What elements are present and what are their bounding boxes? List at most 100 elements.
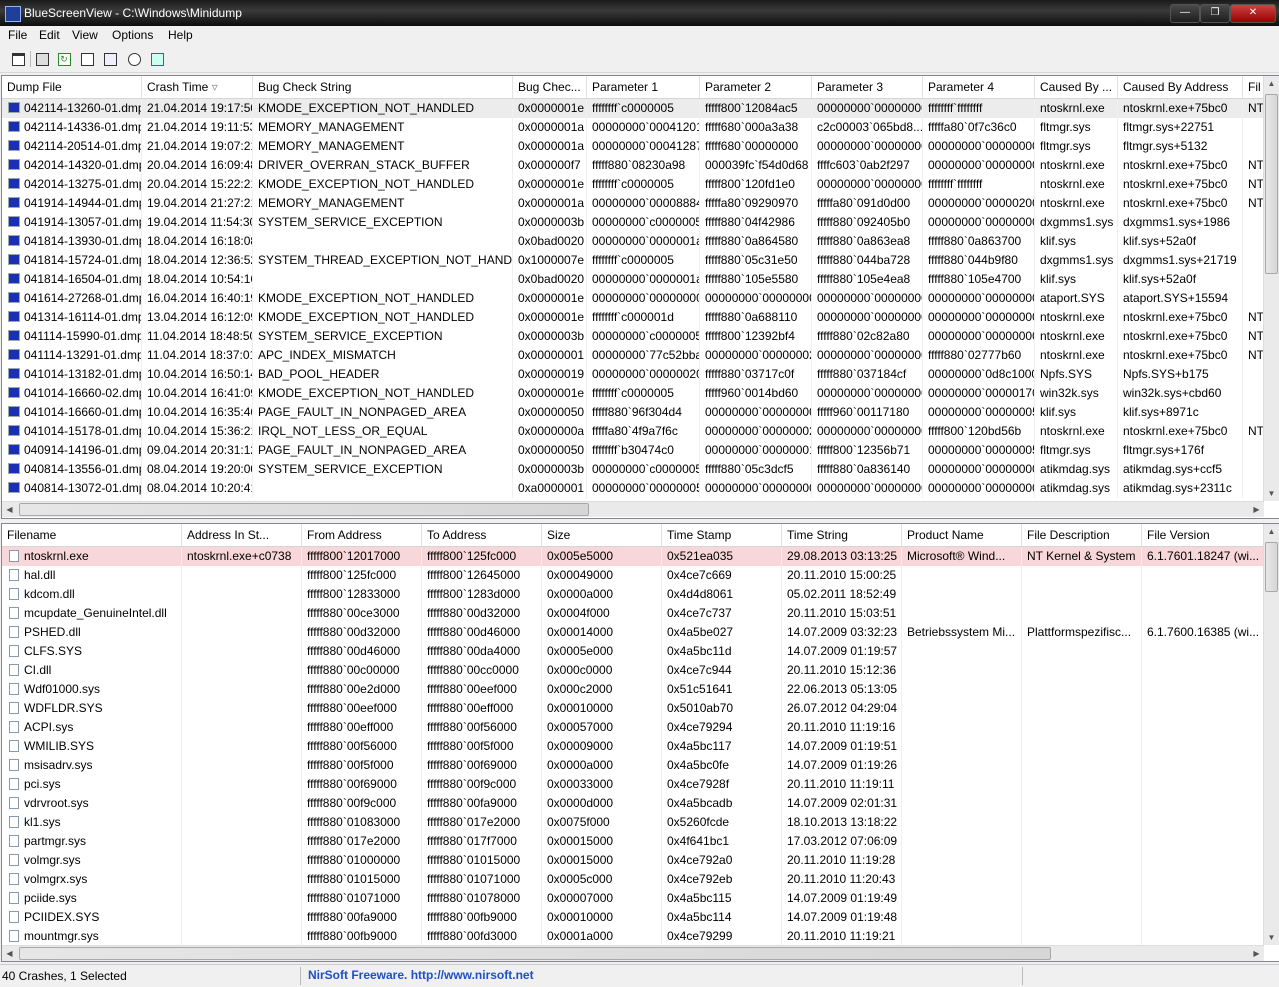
table-row[interactable]: kl1.sys fffff880`01083000 fffff880`017e200… bbox=[2, 813, 1279, 832]
crash-list[interactable]: Dump File Crash Time ▿ Bug Check String Bug… bbox=[1, 75, 1279, 519]
properties-icon[interactable] bbox=[9, 50, 27, 68]
table-cell: IRQL_NOT_LESS_OR_EQUAL bbox=[253, 422, 513, 441]
table-cell: 21.04.2014 19:07:21 bbox=[142, 137, 253, 156]
table-cell: 00000000`00008884 bbox=[587, 194, 700, 213]
table-row[interactable]: 041014-16660-01.dmp 10.04.2014 16:35:46 PA… bbox=[2, 403, 1279, 422]
table-row[interactable]: 041814-15724-01.dmp 18.04.2014 12:36:52 SY… bbox=[2, 251, 1279, 270]
table-row[interactable]: WMILIB.SYS fffff880`00f56000 fffff880`00f5… bbox=[2, 737, 1279, 756]
column-header[interactable]: Parameter 2 bbox=[700, 76, 812, 98]
table-row[interactable]: ACPI.sys fffff880`00eff000 fffff880`00f560… bbox=[2, 718, 1279, 737]
table-row[interactable]: 041614-27268-01.dmp 16.04.2014 16:40:19 KM… bbox=[2, 289, 1279, 308]
table-row[interactable]: PCIIDEX.SYS fffff880`00fa9000 fffff880`00f… bbox=[2, 908, 1279, 927]
driver-list-vscrollbar[interactable]: ▲ ▼ bbox=[1263, 524, 1279, 945]
table-row[interactable]: Wdf01000.sys fffff880`00e2d000 fffff880`00… bbox=[2, 680, 1279, 699]
column-header[interactable]: Dump File bbox=[2, 76, 142, 98]
table-row[interactable]: 040814-13072-01.dmp 08.04.2014 10:20:41 0x… bbox=[2, 479, 1279, 498]
table-row[interactable]: 041014-13182-01.dmp 10.04.2014 16:50:14 BA… bbox=[2, 365, 1279, 384]
menu-options[interactable]: Options bbox=[112, 28, 153, 42]
table-cell bbox=[182, 756, 302, 775]
column-header[interactable]: Time Stamp bbox=[662, 524, 782, 546]
menu-help[interactable]: Help bbox=[168, 28, 193, 42]
table-row[interactable]: 040814-13556-01.dmp 08.04.2014 19:20:00 SY… bbox=[2, 460, 1279, 479]
table-cell: ntoskrnl.exe+75bc0 bbox=[1118, 327, 1243, 346]
table-row[interactable]: 041014-15178-01.dmp 10.04.2014 15:36:21 IR… bbox=[2, 422, 1279, 441]
table-row[interactable]: mountmgr.sys fffff880`00fb9000 fffff880`00… bbox=[2, 927, 1279, 946]
table-row[interactable]: ntoskrnl.exe ntoskrnl.exe+c0738 fffff800`1… bbox=[2, 547, 1279, 566]
table-row[interactable]: PSHED.dll fffff880`00d32000 fffff880`00d46… bbox=[2, 623, 1279, 642]
table-row[interactable]: vdrvroot.sys fffff880`00f9c000 fffff880`00… bbox=[2, 794, 1279, 813]
table-row[interactable]: CLFS.SYS fffff880`00d46000 fffff880`00da40… bbox=[2, 642, 1279, 661]
table-cell: NT bbox=[1243, 194, 1264, 213]
table-row[interactable]: pci.sys fffff880`00f69000 fffff880`00f9c00… bbox=[2, 775, 1279, 794]
save-icon[interactable] bbox=[33, 50, 51, 68]
copy-icon[interactable] bbox=[78, 50, 96, 68]
column-header[interactable]: Bug Check String bbox=[253, 76, 513, 98]
table-row[interactable]: 041314-16114-01.dmp 13.04.2014 16:12:09 KM… bbox=[2, 308, 1279, 327]
column-header[interactable]: Crash Time ▿ bbox=[142, 76, 253, 98]
table-row[interactable]: partmgr.sys fffff880`017e2000 fffff880`017… bbox=[2, 832, 1279, 851]
table-row[interactable]: msisadrv.sys fffff880`00f5f000 fffff880`00… bbox=[2, 756, 1279, 775]
table-row[interactable]: CI.dll fffff880`00c00000 fffff880`00cc0000… bbox=[2, 661, 1279, 680]
table-cell: fffff800`120fd1e0 bbox=[700, 175, 812, 194]
nirsoft-link[interactable]: NirSoft Freeware. http://www.nirsoft.net bbox=[308, 968, 534, 982]
column-header[interactable]: File Version bbox=[1142, 524, 1264, 546]
column-header[interactable]: To Address bbox=[422, 524, 542, 546]
column-header[interactable]: Caused By Address bbox=[1118, 76, 1243, 98]
column-header[interactable]: Fil bbox=[1243, 76, 1264, 98]
table-row[interactable]: hal.dll fffff800`125fc000 fffff800`1264500… bbox=[2, 566, 1279, 585]
options-icon[interactable] bbox=[101, 50, 119, 68]
column-header[interactable]: Address In St... bbox=[182, 524, 302, 546]
table-row[interactable]: volmgr.sys fffff880`01000000 fffff880`0101… bbox=[2, 851, 1279, 870]
crash-list-hscrollbar[interactable]: ◀ ▶ bbox=[2, 501, 1264, 517]
column-header[interactable]: Parameter 3 bbox=[812, 76, 923, 98]
table-row[interactable]: 042114-13260-01.dmp 21.04.2014 19:17:50 KM… bbox=[2, 99, 1279, 118]
column-header[interactable]: File Description bbox=[1022, 524, 1142, 546]
column-header[interactable]: Filename bbox=[2, 524, 182, 546]
table-cell: atikmdag.sys+2311c bbox=[1118, 479, 1243, 498]
find-icon[interactable] bbox=[125, 50, 143, 68]
table-cell bbox=[1022, 870, 1142, 889]
table-row[interactable]: 042114-20514-01.dmp 21.04.2014 19:07:21 ME… bbox=[2, 137, 1279, 156]
table-cell: volmgr.sys bbox=[19, 851, 182, 870]
table-row[interactable]: WDFLDR.SYS fffff880`00eef000 fffff880`00ef… bbox=[2, 699, 1279, 718]
column-header[interactable]: Caused By ... bbox=[1035, 76, 1118, 98]
table-row[interactable]: 041914-13057-01.dmp 19.04.2014 11:54:30 SY… bbox=[2, 213, 1279, 232]
table-row[interactable]: volmgrx.sys fffff880`01015000 fffff880`010… bbox=[2, 870, 1279, 889]
column-header[interactable]: Bug Chec... bbox=[513, 76, 587, 98]
table-cell: WMILIB.SYS bbox=[19, 737, 182, 756]
close-button[interactable]: ✕ bbox=[1230, 4, 1276, 23]
table-cell: 0x5260fcde bbox=[662, 813, 782, 832]
column-header[interactable]: From Address bbox=[302, 524, 422, 546]
table-row[interactable]: pciide.sys fffff880`01071000 fffff880`0107… bbox=[2, 889, 1279, 908]
table-row[interactable]: 042114-14336-01.dmp 21.04.2014 19:11:53 ME… bbox=[2, 118, 1279, 137]
table-row[interactable]: 041114-13291-01.dmp 11.04.2014 18:37:01 AP… bbox=[2, 346, 1279, 365]
table-row[interactable]: kdcom.dll fffff800`12833000 fffff800`1283d… bbox=[2, 585, 1279, 604]
column-header[interactable]: Parameter 1 bbox=[587, 76, 700, 98]
menu-file[interactable]: File bbox=[8, 28, 27, 42]
table-row[interactable]: 041814-13930-01.dmp 18.04.2014 16:18:08 0x… bbox=[2, 232, 1279, 251]
table-cell: 20.11.2010 15:00:25 bbox=[782, 566, 902, 585]
table-cell: fffff880`105e4ea8 bbox=[812, 270, 923, 289]
table-row[interactable]: 041914-14944-01.dmp 19.04.2014 21:27:21 ME… bbox=[2, 194, 1279, 213]
table-row[interactable]: 042014-14320-01.dmp 20.04.2014 16:09:48 DR… bbox=[2, 156, 1279, 175]
crash-list-vscrollbar[interactable]: ▲ ▼ bbox=[1263, 76, 1279, 501]
table-row[interactable]: 041014-16660-02.dmp 10.04.2014 16:41:09 KM… bbox=[2, 384, 1279, 403]
driver-list[interactable]: Filename Address In St... From Address To A… bbox=[1, 523, 1279, 962]
menu-view[interactable]: View bbox=[72, 28, 98, 42]
table-row[interactable]: 042014-13275-01.dmp 20.04.2014 15:22:21 KM… bbox=[2, 175, 1279, 194]
column-header[interactable]: Product Name bbox=[902, 524, 1022, 546]
column-header[interactable]: Size bbox=[542, 524, 662, 546]
table-row[interactable]: 040914-14196-01.dmp 09.04.2014 20:31:12 PA… bbox=[2, 441, 1279, 460]
column-header[interactable]: Parameter 4 bbox=[923, 76, 1035, 98]
exit-icon[interactable] bbox=[148, 50, 166, 68]
maximize-button[interactable]: ❐ bbox=[1200, 4, 1230, 23]
column-header[interactable]: Time String bbox=[782, 524, 902, 546]
table-row[interactable]: 041814-16504-01.dmp 18.04.2014 10:54:16 0x… bbox=[2, 270, 1279, 289]
refresh-icon[interactable]: ↻ bbox=[55, 50, 73, 68]
table-row[interactable]: mcupdate_GenuineIntel.dll fffff880`00ce30… bbox=[2, 604, 1279, 623]
menu-edit[interactable]: Edit bbox=[39, 28, 60, 42]
table-cell: 0x0005e000 bbox=[542, 642, 662, 661]
minimize-button[interactable]: — bbox=[1170, 4, 1200, 23]
driver-list-hscrollbar[interactable]: ◀ ▶ bbox=[2, 945, 1264, 961]
table-row[interactable]: 041114-15990-01.dmp 11.04.2014 18:48:50 SY… bbox=[2, 327, 1279, 346]
